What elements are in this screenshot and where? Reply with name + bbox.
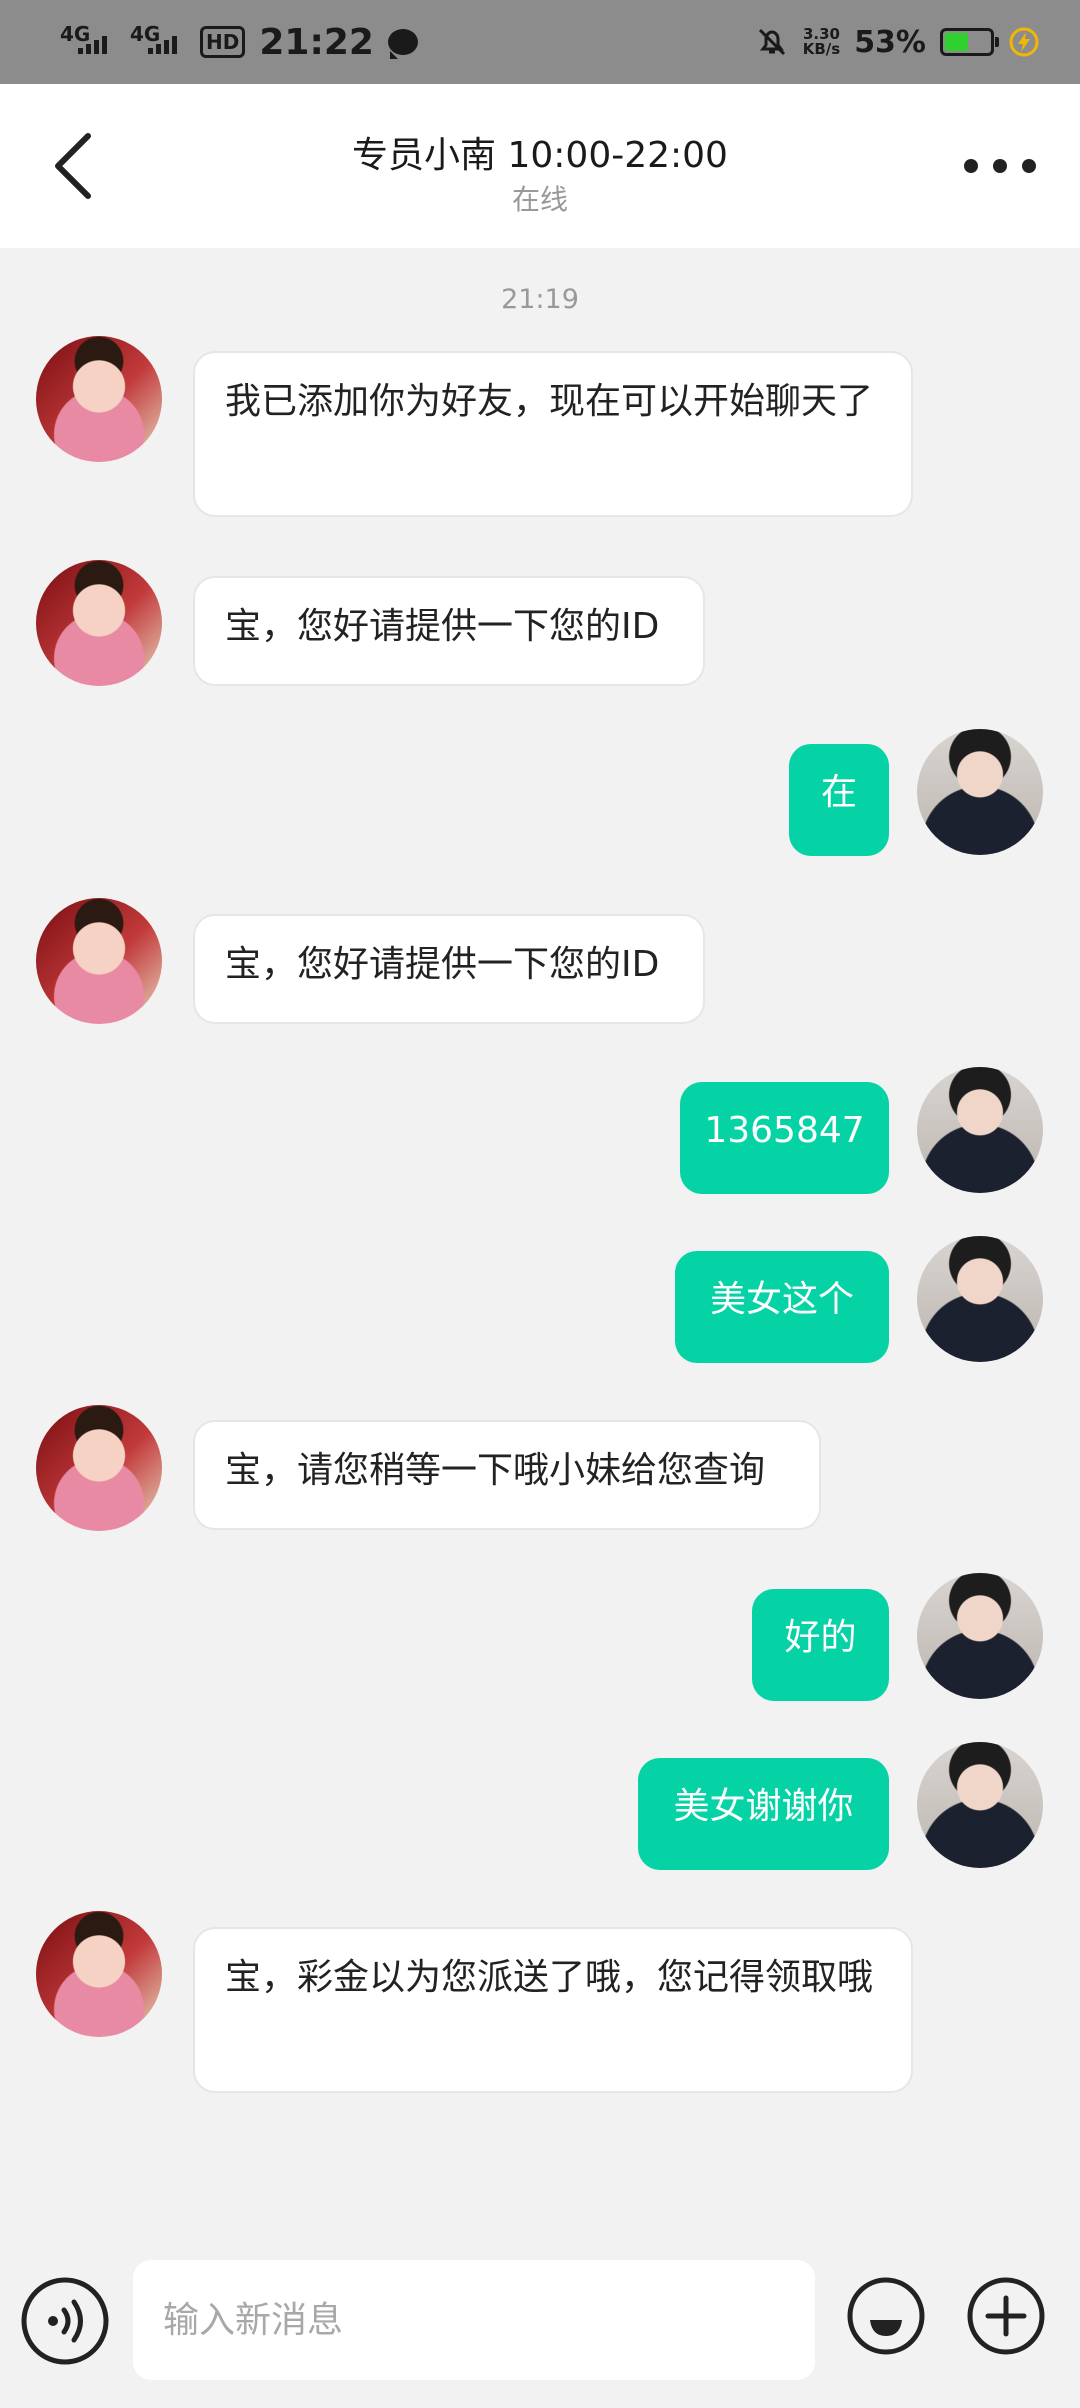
status-bar-right: 3.30 KB/s 53% [755, 18, 1040, 66]
chat-header: 专员小南 10:00-22:00 在线 [0, 84, 1080, 248]
speed-unit: KB/s [802, 40, 841, 58]
agent-avatar[interactable] [36, 1405, 162, 1531]
incoming-message[interactable]: 宝，彩金以为您派送了哦，您记得领取哦 [193, 1927, 913, 2093]
cellular-signal-1: 4G [60, 22, 116, 62]
outgoing-message[interactable]: 1365847 [680, 1082, 889, 1194]
contact-name: 专员小南 10:00-22:00 [352, 135, 728, 176]
user-avatar[interactable] [917, 1067, 1043, 1193]
message-input-bar [0, 2236, 1080, 2408]
agent-avatar[interactable] [36, 336, 162, 462]
battery-icon [940, 28, 999, 56]
clock: 21:22 [259, 21, 374, 63]
signal-bars-icon [148, 36, 177, 54]
status-bar: 4G 4G HD 21:22 3.30 KB/s 53% [0, 0, 1080, 84]
user-avatar[interactable] [917, 1236, 1043, 1362]
outgoing-message[interactable]: 美女谢谢你 [638, 1758, 889, 1870]
voice-icon[interactable] [20, 2276, 110, 2366]
hd-badge: HD [200, 26, 246, 58]
incoming-message[interactable]: 宝，您好请提供一下您的ID [193, 914, 705, 1024]
more-dots-icon [964, 159, 978, 173]
more-options-button[interactable] [964, 144, 1036, 188]
message-notification-icon [387, 29, 418, 59]
message-input[interactable] [133, 2260, 815, 2380]
incoming-message[interactable]: 宝，您好请提供一下您的ID [193, 576, 705, 686]
agent-avatar[interactable] [36, 1911, 162, 2037]
plus-icon[interactable] [966, 2276, 1046, 2356]
cellular-signal-2: 4G [130, 22, 186, 62]
agent-avatar[interactable] [36, 898, 162, 1024]
charging-bolt-icon [1009, 27, 1039, 57]
user-avatar[interactable] [917, 1742, 1043, 1868]
outgoing-message[interactable]: 在 [789, 744, 889, 856]
user-avatar[interactable] [917, 729, 1043, 855]
incoming-message[interactable]: 宝，请您稍等一下哦小妹给您查询 [193, 1420, 821, 1530]
battery-level-fill [945, 33, 968, 51]
agent-avatar[interactable] [36, 560, 162, 686]
outgoing-message[interactable]: 美女这个 [675, 1251, 889, 1363]
status-bar-left: 4G 4G HD 21:22 [60, 18, 418, 66]
emoji-icon[interactable] [846, 2276, 926, 2356]
user-avatar[interactable] [917, 1573, 1043, 1699]
battery-percent: 53% [854, 24, 926, 60]
network-speed: 3.30 KB/s [803, 27, 840, 57]
incoming-message[interactable]: 我已添加你为好友，现在可以开始聊天了 [193, 351, 913, 517]
bell-muted-icon [758, 28, 785, 56]
online-status: 在线 [511, 183, 568, 216]
outgoing-message[interactable]: 好的 [752, 1589, 889, 1701]
message-timestamp: 21:19 [501, 284, 579, 315]
signal-bars-icon [78, 36, 107, 54]
